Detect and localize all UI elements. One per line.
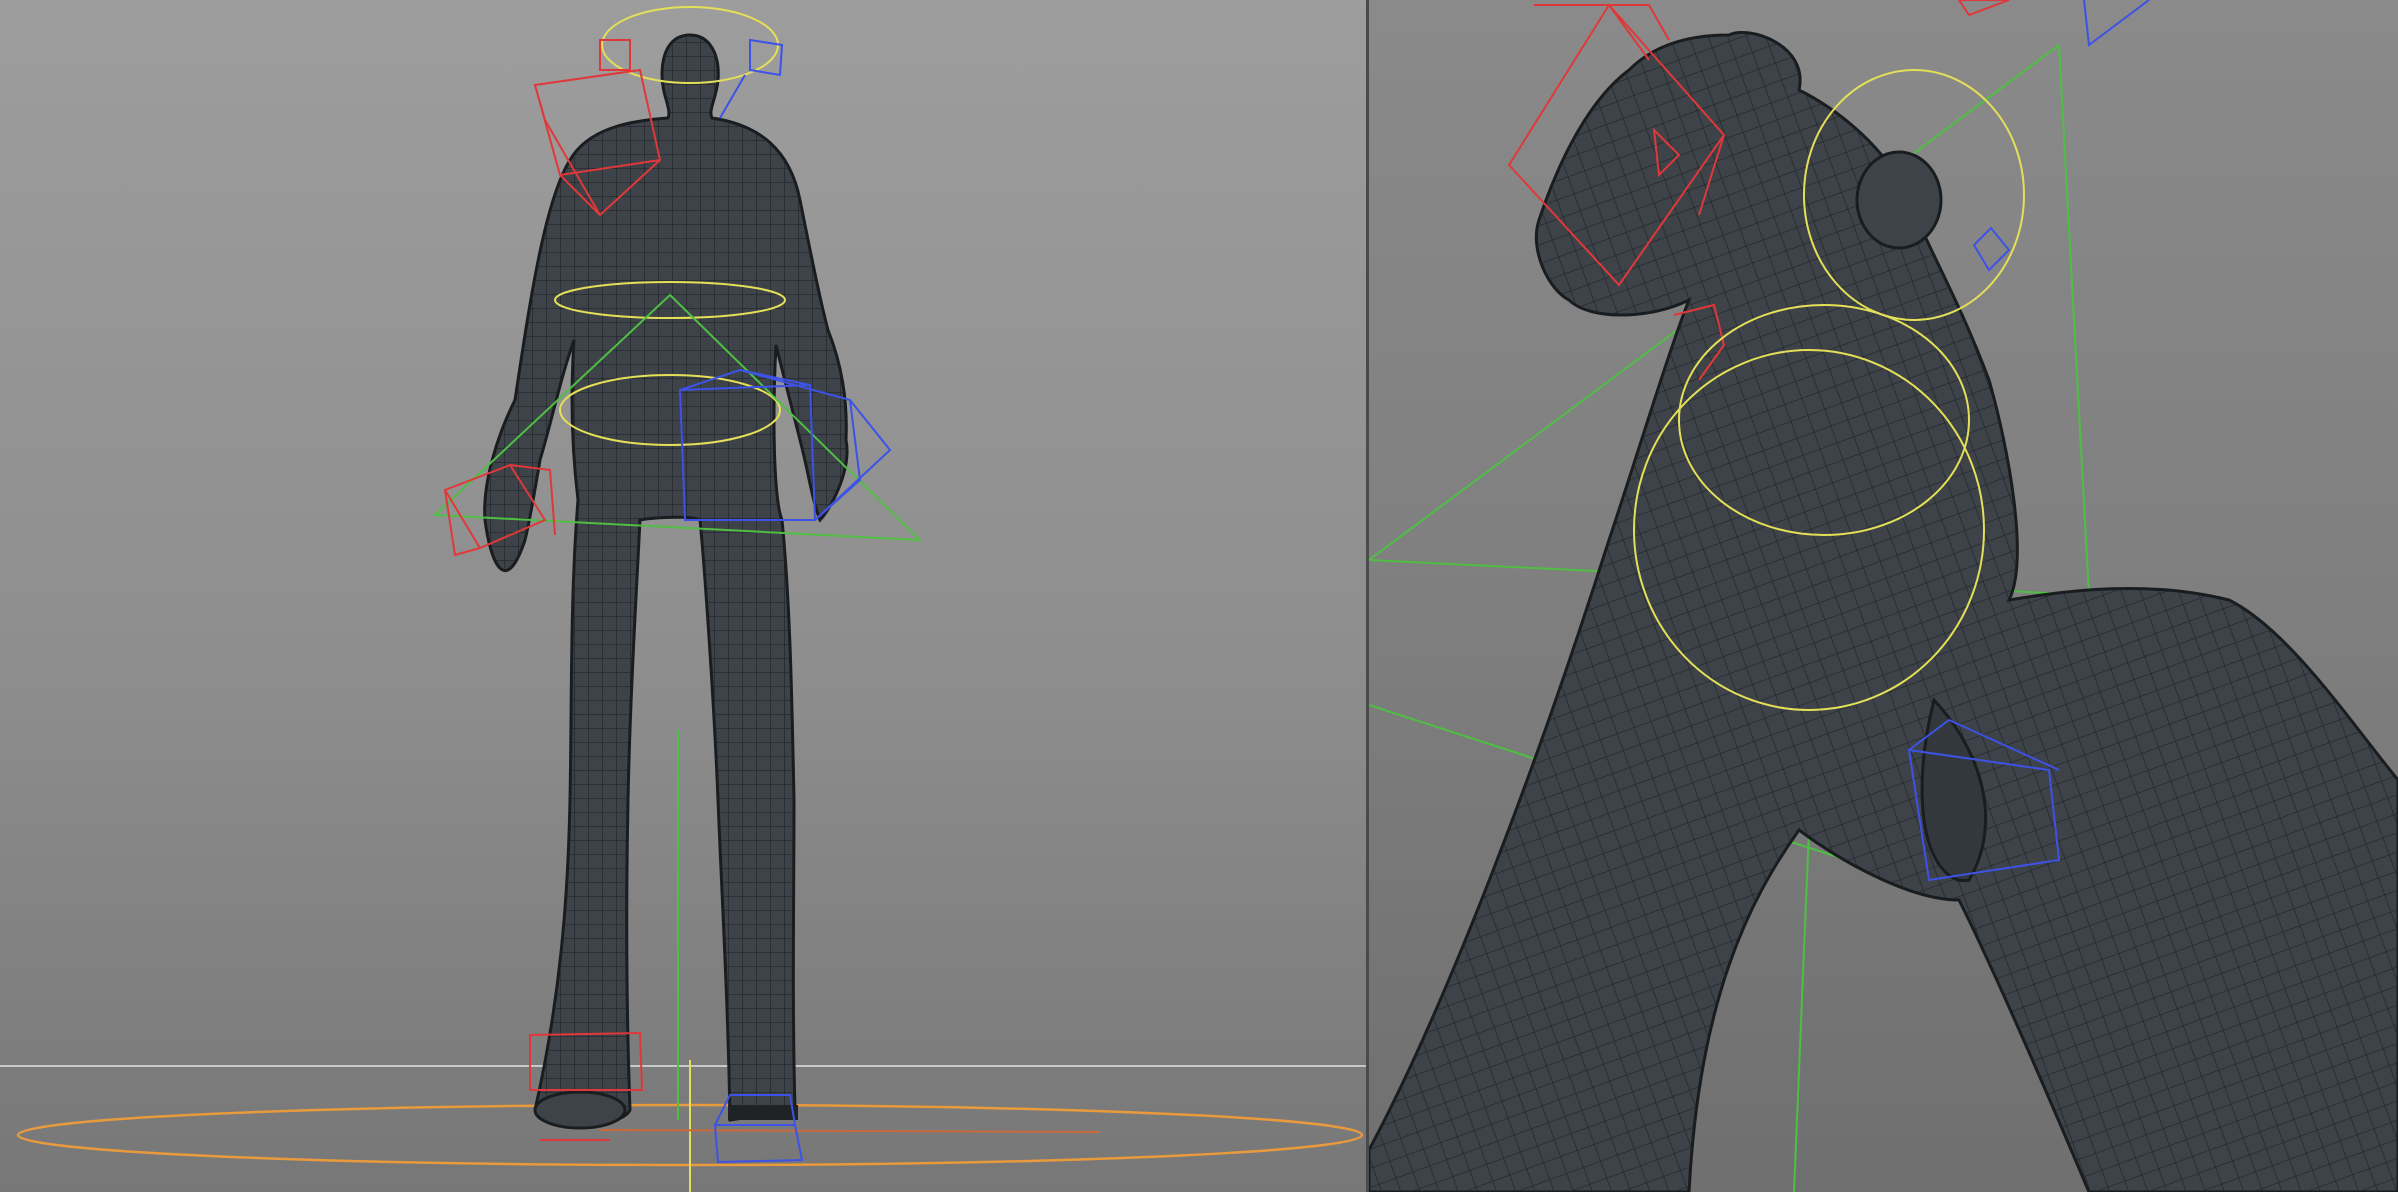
low-angle-viewport[interactable] (1369, 0, 2398, 1192)
neck-right-control[interactable] (1972, 226, 2011, 272)
character-mesh[interactable] (1369, 30, 2398, 1192)
root-axis-x (599, 1129, 1101, 1133)
offscreen-blue-control[interactable] (2083, 0, 2150, 47)
front-viewport[interactable] (0, 0, 1366, 1192)
character-mesh[interactable] (483, 33, 849, 1130)
low-angle-scene (1369, 0, 2398, 1192)
front-scene (16, 6, 1364, 1192)
pole-vector-line (1793, 829, 1820, 1192)
offscreen-red-control[interactable] (1957, 0, 2010, 17)
